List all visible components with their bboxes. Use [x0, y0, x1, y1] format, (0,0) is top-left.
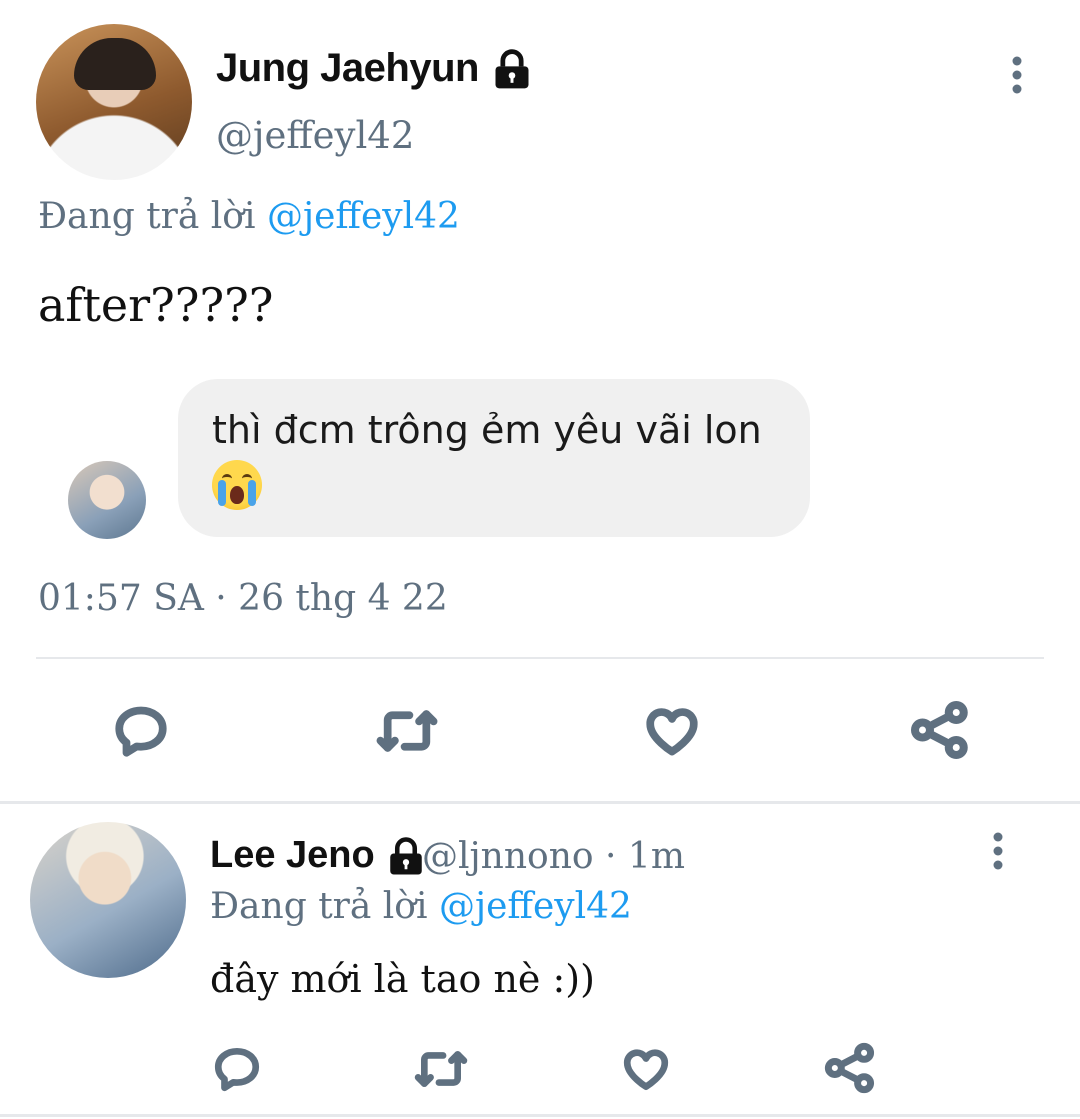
reply-icon[interactable] [212, 1044, 262, 1094]
chat-avatar [68, 461, 146, 539]
reply-author-handle[interactable]: @ljnnono · 1m [422, 836, 685, 877]
share-icon[interactable] [824, 1042, 876, 1094]
reply-tweet-text: đây mới là tao nè :)) [210, 957, 595, 1001]
lock-icon [495, 49, 529, 89]
more-options-icon[interactable] [986, 832, 1010, 872]
retweet-icon[interactable] [412, 1044, 470, 1094]
tweet-timestamp[interactable]: 01:57 SA · 26 thg 4 22 [38, 578, 448, 619]
bottom-separator [0, 1114, 1080, 1117]
like-icon[interactable] [642, 702, 702, 760]
crying-face-icon [212, 459, 262, 510]
author-name-row[interactable]: Jung Jaehyun [216, 46, 534, 92]
author-name[interactable]: Jung Jaehyun [216, 46, 479, 90]
author-avatar[interactable] [36, 24, 192, 180]
reply-author-name[interactable]: Lee Jeno [210, 834, 375, 876]
more-options-icon[interactable] [1005, 56, 1029, 96]
retweet-icon[interactable] [374, 702, 440, 760]
like-icon[interactable] [620, 1044, 672, 1094]
replying-to-label: Đang trả lời [210, 886, 428, 927]
author-handle[interactable]: @jeffeyl42 [216, 114, 414, 157]
reply-author-name-row[interactable]: Lee Jeno [210, 834, 427, 878]
reply-icon[interactable] [112, 702, 170, 760]
chat-bubble-content: thì đcm trông ẻm yêu vãi lon [212, 404, 792, 510]
divider [36, 657, 1044, 659]
reply-replying-to: Đang trả lời @jeffeyl42 [210, 886, 632, 927]
replying-to-mention[interactable]: @jeffeyl42 [439, 886, 632, 927]
replying-to-mention[interactable]: @jeffeyl42 [267, 196, 460, 237]
share-icon[interactable] [910, 700, 970, 760]
replying-to-label: Đang trả lời [38, 196, 256, 237]
section-separator [0, 801, 1080, 804]
chat-bubble-text: thì đcm trông ẻm yêu vãi lon [212, 408, 762, 452]
lock-icon [390, 837, 423, 875]
replying-to: Đang trả lời @jeffeyl42 [38, 196, 460, 237]
tweet-text: after????? [38, 278, 274, 332]
reply-author-avatar[interactable] [30, 822, 186, 978]
